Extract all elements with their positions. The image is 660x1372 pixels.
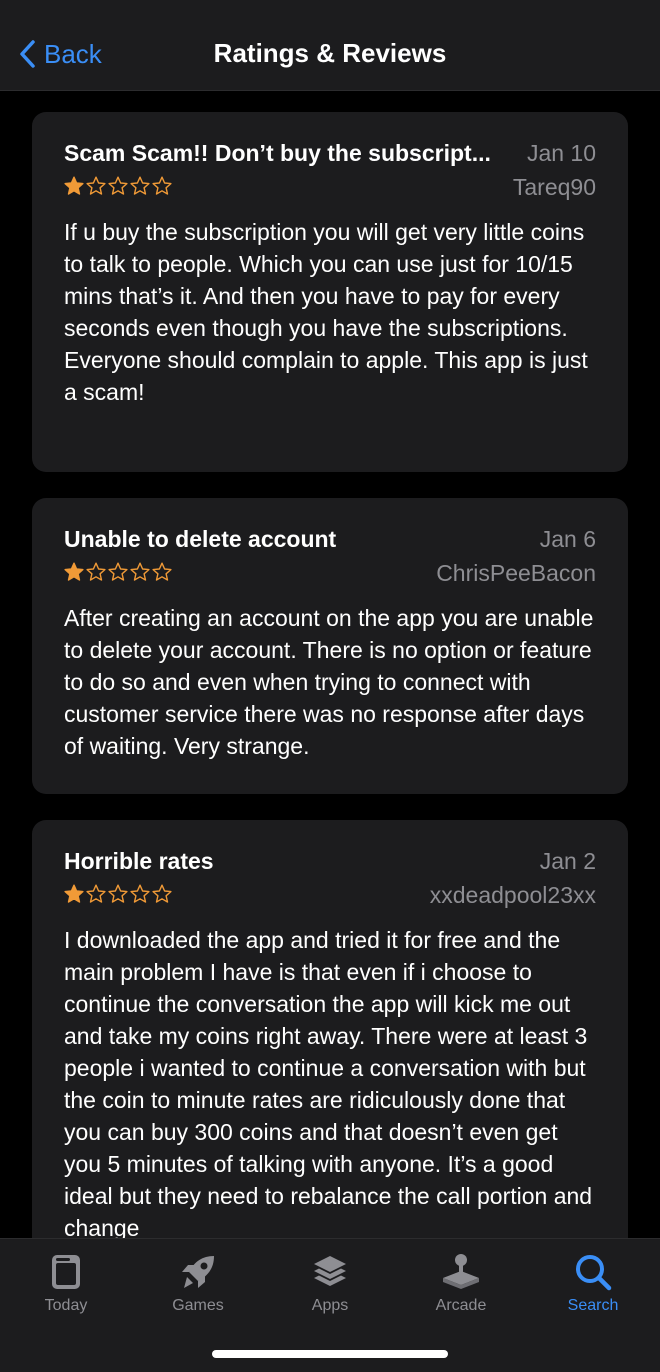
- star-empty-icon: [130, 562, 150, 581]
- review-date: Jan 10: [526, 140, 596, 166]
- tab-apps[interactable]: Apps: [270, 1251, 390, 1315]
- star-rating: [64, 562, 172, 582]
- search-icon: [576, 1255, 612, 1291]
- tab-label: Today: [44, 1297, 88, 1314]
- review-author: Tareq90: [512, 174, 596, 200]
- star-empty-icon: [130, 176, 150, 195]
- star-empty-icon: [152, 176, 172, 195]
- review-body-text: After creating an account on the app you…: [64, 605, 594, 759]
- tab-games[interactable]: Games: [138, 1251, 258, 1315]
- review-card[interactable]: Horrible rates Jan 2 xxdeadpool23xx I do…: [32, 820, 628, 1238]
- tab-label: Games: [172, 1297, 224, 1314]
- tab-label: Search: [567, 1297, 619, 1314]
- star-empty-icon: [86, 884, 106, 903]
- review-card[interactable]: Unable to delete account Jan 6 ChrisPeeB…: [32, 498, 628, 794]
- navigation-bar: Back Ratings & Reviews: [0, 0, 660, 91]
- review-date: Jan 6: [539, 526, 596, 552]
- review-title: Horrible rates: [64, 848, 214, 874]
- review-author: xxdeadpool23xx: [429, 882, 596, 908]
- today-icon: [52, 1255, 80, 1289]
- tab-label: Arcade: [435, 1297, 487, 1314]
- tab-today[interactable]: Today: [6, 1251, 126, 1315]
- star-empty-icon: [108, 562, 128, 581]
- review-date: Jan 2: [539, 848, 596, 874]
- star-rating: [64, 884, 172, 904]
- star-empty-icon: [108, 176, 128, 195]
- review-body-text: I downloaded the app and tried it for fr…: [64, 927, 593, 1238]
- review-body: After creating an account on the app you…: [64, 602, 596, 762]
- home-indicator: [212, 1350, 448, 1358]
- review-card[interactable]: Scam Scam!! Don’t buy the subscript... J…: [32, 112, 628, 472]
- joystick-icon: [443, 1254, 479, 1289]
- tab-label: Apps: [311, 1297, 349, 1314]
- review-body: If u buy the subscription you will get v…: [64, 216, 596, 408]
- stack-icon: [314, 1256, 346, 1286]
- page-title: Ratings & Reviews: [213, 38, 447, 68]
- star-empty-icon: [86, 562, 106, 581]
- star-filled-icon: [64, 884, 84, 903]
- tab-arcade[interactable]: Arcade: [401, 1251, 521, 1315]
- review-body: I downloaded the app and tried it for fr…: [64, 924, 596, 1238]
- star-rating: [64, 176, 172, 196]
- reviews-list[interactable]: Scam Scam!! Don’t buy the subscript... J…: [0, 90, 660, 1238]
- star-empty-icon: [152, 884, 172, 903]
- review-author: ChrisPeeBacon: [436, 560, 596, 586]
- star-empty-icon: [86, 176, 106, 195]
- star-filled-icon: [64, 176, 84, 195]
- star-filled-icon: [64, 562, 84, 581]
- star-empty-icon: [130, 884, 150, 903]
- star-empty-icon: [152, 562, 172, 581]
- tab-search[interactable]: Search: [533, 1251, 653, 1315]
- review-body-text: If u buy the subscription you will get v…: [64, 219, 588, 405]
- rocket-icon: [182, 1256, 214, 1288]
- star-empty-icon: [108, 884, 128, 903]
- review-title: Scam Scam!! Don’t buy the subscript...: [64, 140, 491, 166]
- review-title: Unable to delete account: [64, 526, 337, 552]
